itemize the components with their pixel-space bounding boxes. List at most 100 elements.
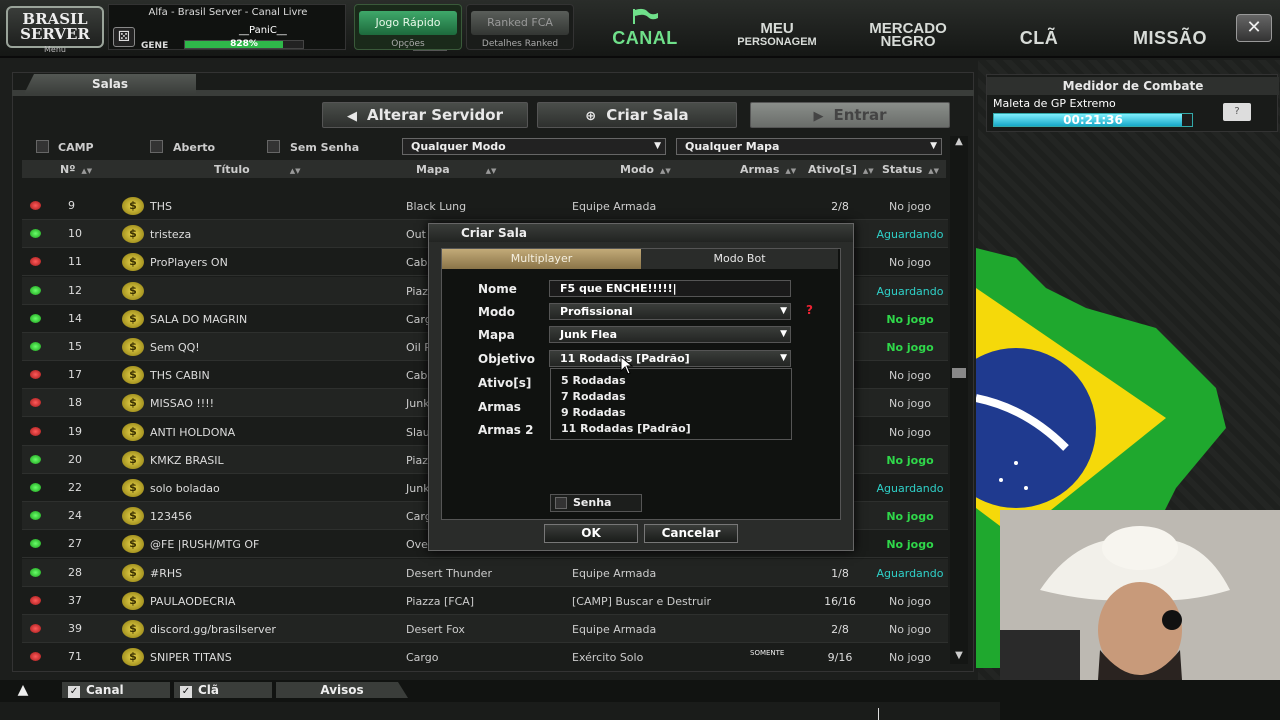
label-objetivo: Objetivo — [478, 352, 535, 366]
label-mapa: Mapa — [478, 328, 515, 342]
quick-game-button[interactable]: Jogo Rápido Opções — [354, 4, 462, 50]
table-row[interactable]: 28 $ #RHS Desert Thunder Equipe Armada 1/8 Agu… — [22, 558, 948, 587]
create-room-button[interactable]: ⊕ Criar Sala — [537, 102, 737, 128]
col-mapa[interactable]: Mapa ▲▼ — [416, 163, 496, 176]
objective-option[interactable]: 9 Rodadas — [561, 406, 626, 419]
gp-coin-icon: $ — [122, 507, 144, 526]
chevron-down-icon: ▼ — [780, 306, 787, 316]
tab-multiplayer[interactable]: Multiplayer — [442, 249, 641, 269]
col-titulo-label: Título — [214, 163, 250, 176]
nav-canal[interactable]: CANAL — [592, 8, 698, 52]
room-map: Slau — [406, 425, 430, 439]
room-number: 14 — [68, 311, 82, 325]
chat-tab-cla[interactable]: ✓ Clã — [174, 682, 272, 698]
nav-cla-label: CLÃ — [1019, 28, 1059, 48]
gp-coin-icon: $ — [122, 535, 144, 554]
enter-room-button[interactable]: ▶ Entrar — [750, 102, 950, 128]
table-row[interactable]: 39 $ discord.gg/brasilserver Desert Fox Equi… — [22, 615, 948, 643]
camp-checkbox[interactable] — [36, 140, 49, 153]
help-icon[interactable]: ? — [806, 303, 813, 317]
room-list-scrollbar[interactable]: ▲ ▼ — [950, 136, 968, 664]
objective-option[interactable]: 11 Rodadas [Padrão] — [561, 422, 691, 435]
tab-modo-bot[interactable]: Modo Bot — [641, 249, 838, 269]
col-ativo[interactable]: Ativo[s] ▲▼ — [808, 163, 874, 176]
map-filter-dropdown[interactable]: Qualquer Mapa ▼ — [676, 138, 942, 155]
nav-canal-label: CANAL — [612, 28, 678, 48]
change-server-button[interactable]: ◀ Alterar Servidor — [322, 102, 528, 128]
room-players: 2/8 — [831, 623, 849, 636]
room-map: Cab — [406, 369, 428, 383]
password-checkbox[interactable] — [555, 497, 567, 509]
nav-missao[interactable]: MISSÃO — [1110, 8, 1230, 52]
nav-meu-label: MEU — [760, 20, 794, 37]
tab-salas[interactable]: Salas — [24, 74, 196, 94]
scroll-thumb[interactable] — [952, 368, 966, 378]
room-name-input[interactable]: F5 que ENCHE!!!!!| — [549, 280, 791, 297]
table-row[interactable]: 9 $ THS Black Lung Equipe Armada 2/8 No jogo — [22, 192, 948, 220]
nav-mercado-negro[interactable]: MERCADO NEGRO — [852, 8, 964, 52]
quick-game-label: Jogo Rápido — [359, 11, 457, 35]
sort-icon: ▲▼ — [659, 167, 671, 175]
scroll-up-icon[interactable]: ▲ — [950, 136, 968, 150]
room-status: Aguardando — [876, 482, 944, 495]
aberto-checkbox[interactable] — [150, 140, 163, 153]
room-map: Out — [406, 228, 426, 242]
camp-label: CAMP — [58, 141, 94, 154]
table-row[interactable]: 71 $ SNIPER TITANS Cargo Exército Solo SOMENT… — [22, 643, 948, 668]
mode-filter-dropdown[interactable]: Qualquer Modo ▼ — [402, 138, 666, 155]
room-title: 123456 — [150, 510, 192, 524]
room-status-led-icon — [30, 285, 41, 295]
password-toggle[interactable]: Senha — [550, 494, 642, 512]
ranked-details[interactable]: Detalhes Ranked — [467, 39, 573, 49]
cancel-button[interactable]: Cancelar — [644, 524, 738, 543]
col-num[interactable]: Nº ▲▼ — [60, 163, 92, 176]
room-status: No jogo — [886, 341, 934, 354]
logo-menu-button[interactable]: BRASIL SERVER Menu — [6, 6, 104, 54]
close-button[interactable]: ✕ — [1236, 14, 1272, 42]
room-map: Cargo — [406, 651, 439, 665]
gp-coin-icon: $ — [122, 394, 144, 413]
room-map: Black Lung — [406, 200, 467, 213]
map-select[interactable]: Junk Flea ▼ — [549, 326, 791, 343]
room-status: No jogo — [889, 200, 931, 213]
gp-coin-icon: $ — [122, 309, 144, 328]
chat-tab-avisos[interactable]: Avisos — [276, 682, 408, 698]
scroll-down-icon[interactable]: ▼ — [950, 650, 968, 664]
objective-option[interactable]: 7 Rodadas — [561, 390, 626, 403]
chat-tab-canal[interactable]: ✓ Canal — [62, 682, 170, 698]
col-armas[interactable]: Armas ▲▼ — [740, 163, 796, 176]
mode-select-value: Profissional — [560, 305, 633, 318]
nav-cla[interactable]: CLÃ — [996, 8, 1082, 52]
quick-game-options[interactable]: Opções — [355, 39, 461, 49]
room-title: #RHS — [150, 566, 183, 580]
mouse-cursor-icon — [620, 356, 634, 375]
nav-meu-personagem[interactable]: MEU PERSONAGEM — [722, 8, 832, 52]
dice-icon[interactable]: ⚄ — [113, 27, 135, 47]
room-number: 18 — [68, 396, 82, 410]
objective-select[interactable]: 11 Rodadas [Padrão] ▼ — [549, 350, 791, 367]
gift-box-icon[interactable]: ? — [1223, 103, 1251, 121]
sort-icon: ▲▼ — [862, 167, 874, 175]
sort-icon: ▲▼ — [289, 167, 301, 175]
col-titulo[interactable]: Título ▲▼ — [214, 163, 300, 176]
col-modo[interactable]: Modo ▲▼ — [620, 163, 671, 176]
room-number: 39 — [68, 622, 82, 635]
flag-icon — [633, 8, 658, 24]
col-armas-label: Armas — [740, 163, 780, 176]
expand-chat-icon[interactable]: ▲ — [12, 682, 34, 698]
chat-input[interactable] — [0, 702, 1000, 720]
ranked-button[interactable]: Ranked FCA Detalhes Ranked — [466, 4, 574, 50]
col-status[interactable]: Status ▲▼ — [882, 163, 939, 176]
objective-options-list: 5 Rodadas 7 Rodadas 9 Rodadas 11 Rodadas… — [550, 368, 792, 440]
room-status: No jogo — [886, 453, 934, 467]
table-row[interactable]: 37 $ PAULAODECRIA Piazza [FCA] [CAMP] Buscar… — [22, 587, 948, 615]
room-number: 20 — [68, 452, 82, 466]
objective-option[interactable]: 5 Rodadas — [561, 374, 626, 387]
room-mode: Equipe Armada — [572, 200, 657, 213]
sem-senha-checkbox[interactable] — [267, 140, 280, 153]
combat-meter-time: 00:21:36 — [1063, 113, 1123, 127]
room-map: Junk — [406, 482, 430, 495]
mode-select[interactable]: Profissional ▼ — [549, 303, 791, 320]
room-map: Piaz — [406, 453, 428, 467]
ok-button[interactable]: OK — [544, 524, 638, 543]
